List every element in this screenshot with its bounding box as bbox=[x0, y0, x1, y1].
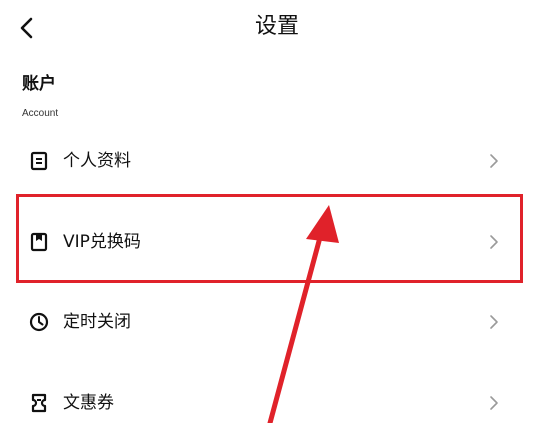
annotation-arrow bbox=[267, 205, 339, 423]
